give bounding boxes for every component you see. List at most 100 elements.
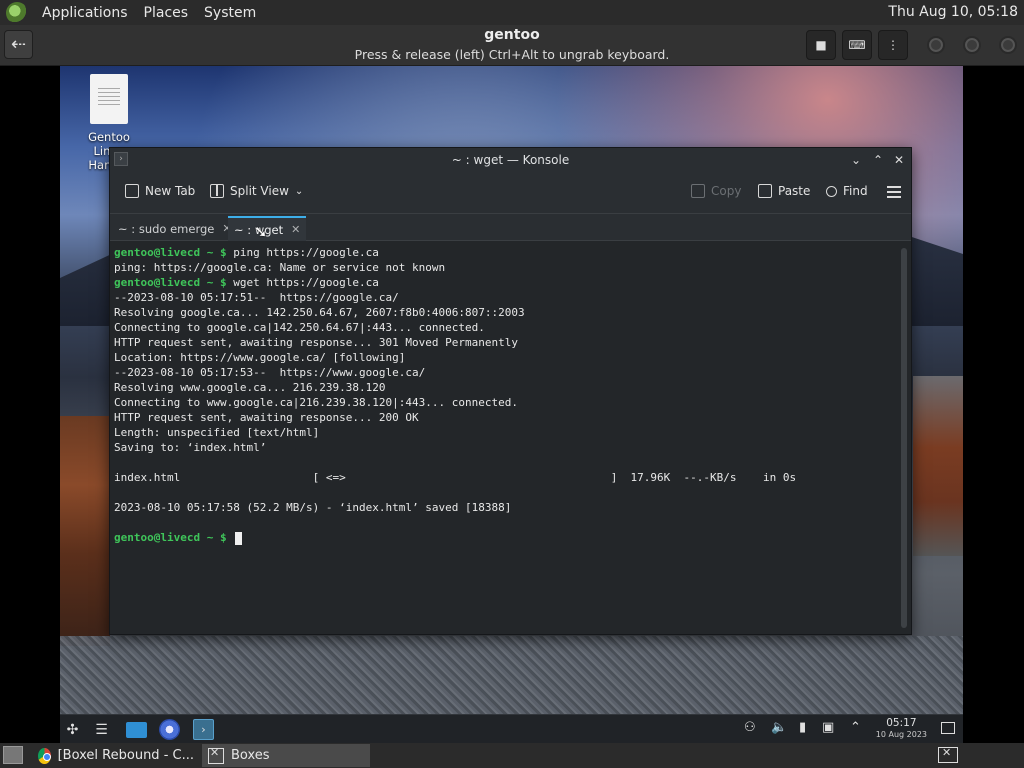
- terminal-scrollbar[interactable]: [901, 248, 907, 628]
- new-tab-icon: [125, 184, 139, 198]
- terminal-line: Saving to: ‘index.html’: [114, 440, 896, 455]
- tab-wget[interactable]: ~ : wget ✕: [228, 216, 307, 241]
- volume-icon[interactable]: 🔈: [771, 720, 787, 735]
- terminal-line: 2023-08-10 05:17:58 (52.2 MB/s) - ‘index…: [114, 500, 896, 515]
- terminal-text: --2023-08-10 05:17:53-- https://www.goog…: [114, 366, 426, 379]
- terminal-line: gentoo@livecd ~ $ ping https://google.ca: [114, 245, 896, 260]
- menu-system[interactable]: System: [196, 5, 264, 21]
- konsole-maximize-button[interactable]: ⌃: [869, 151, 887, 169]
- host-bottom-panel: [Boxel Rebound - C... Boxes: [0, 743, 1024, 768]
- host-clock[interactable]: Thu Aug 10, 05:18: [888, 4, 1018, 20]
- stop-button[interactable]: ■: [806, 30, 836, 60]
- window-maximize-button[interactable]: [963, 36, 981, 54]
- konsole-tab-bar: ~ : sudo emerge ✕ ~ : wget ✕: [110, 213, 911, 241]
- boxes-icon: [208, 746, 224, 764]
- terminal-text: wget https://google.ca: [226, 276, 379, 289]
- terminal-text: Location: https://www.google.ca/ [follow…: [114, 351, 406, 364]
- chevron-down-icon: ⌄: [850, 153, 862, 167]
- find-button[interactable]: Find: [826, 184, 868, 198]
- kebab-menu-icon: ⋮: [887, 38, 899, 52]
- terminal-line: Connecting to google.ca|142.250.64.67|:4…: [114, 320, 896, 335]
- terminal-line: --2023-08-10 05:17:53-- https://www.goog…: [114, 365, 896, 380]
- battery-icon[interactable]: ▮: [799, 720, 806, 735]
- shell-prompt: gentoo@livecd ~ $: [114, 276, 227, 289]
- window-minimize-button[interactable]: [927, 36, 945, 54]
- konsole-titlebar[interactable]: › ~ : wget — Konsole ⌄ ⌃ ✕: [110, 148, 911, 173]
- window-close-button[interactable]: [999, 36, 1017, 54]
- terminal-text: Connecting to google.ca|142.250.64.67|:4…: [114, 321, 485, 334]
- user-icon[interactable]: ⚇: [744, 720, 756, 735]
- shell-prompt: gentoo@livecd ~ $: [114, 246, 227, 259]
- terminal-line: ping: https://google.ca: Name or service…: [114, 260, 896, 275]
- chevron-down-icon: ⌄: [294, 185, 304, 197]
- guest-clock[interactable]: 05:17 10 Aug 2023: [876, 718, 927, 740]
- hamburger-menu-icon[interactable]: [887, 186, 901, 198]
- taskbar-item-boxes[interactable]: Boxes: [202, 744, 370, 767]
- tray-expand-icon[interactable]: ⌃: [850, 720, 861, 735]
- browser-icon[interactable]: [159, 719, 180, 740]
- split-view-label: Split View: [230, 184, 289, 198]
- terminal-text: HTTP request sent, awaiting response... …: [114, 411, 419, 424]
- workspace-switcher-icon[interactable]: [938, 746, 958, 763]
- chrome-icon: [38, 747, 51, 764]
- konsole-toolbar: New Tab Split View ⌄ Copy Paste Find: [110, 173, 911, 213]
- terminal-text: --2023-08-10 05:17:51-- https://google.c…: [114, 291, 399, 304]
- mouse-pointer-icon: ➘: [254, 222, 268, 241]
- konsole-close-button[interactable]: ✕: [890, 151, 908, 169]
- terminal-line: gentoo@livecd ~ $: [114, 530, 896, 545]
- terminal-text: Connecting to www.google.ca|216.239.38.1…: [114, 396, 518, 409]
- konsole-task-icon[interactable]: ›: [193, 719, 214, 740]
- new-tab-button[interactable]: New Tab: [125, 184, 195, 198]
- task-manager-icon[interactable]: ☰: [91, 719, 112, 740]
- guest-screen[interactable]: Gentoo Linux Hand... › ~ : wget — Konsol…: [60, 66, 963, 743]
- terminal-line: gentoo@livecd ~ $ wget https://google.ca: [114, 275, 896, 290]
- more-options-button[interactable]: ⋮: [878, 30, 908, 60]
- taskbar-item-label: [Boxel Rebound - C...: [57, 748, 194, 763]
- tab-sudo-emerge[interactable]: ~ : sudo emerge ✕: [112, 216, 238, 241]
- terminal-line: Resolving google.ca... 142.250.64.67, 26…: [114, 305, 896, 320]
- find-label: Find: [843, 184, 868, 198]
- terminal-text: Length: unspecified [text/html]: [114, 426, 320, 439]
- terminal-line: --2023-08-10 05:17:51-- https://google.c…: [114, 290, 896, 305]
- stop-icon: ■: [815, 38, 827, 52]
- terminal-line: index.html [ <=> ] 17.96K --.-KB/s in 0s: [114, 470, 896, 485]
- terminal-line: Connecting to www.google.ca|216.239.38.1…: [114, 395, 896, 410]
- keyboard-icon: ⌨: [848, 38, 866, 52]
- terminal-output[interactable]: gentoo@livecd ~ $ ping https://google.ca…: [110, 241, 900, 634]
- paste-button[interactable]: Paste: [758, 184, 810, 198]
- file-manager-icon[interactable]: [126, 722, 147, 738]
- guest-taskbar: ✣ ☰ › ⚇ 🔈 ▮ ▣ ⌃ 05:17 10 Aug 2023: [60, 714, 963, 743]
- guest-clock-time: 05:17: [886, 717, 917, 729]
- split-view-button[interactable]: Split View ⌄: [210, 184, 303, 198]
- close-icon: ✕: [893, 153, 905, 167]
- keyboard-button[interactable]: ⌨: [842, 30, 872, 60]
- terminal-line: HTTP request sent, awaiting response... …: [114, 335, 896, 350]
- distro-logo-icon[interactable]: [6, 1, 28, 24]
- konsole-window-title: ~ : wget — Konsole: [451, 153, 570, 167]
- menu-applications[interactable]: Applications: [34, 5, 136, 21]
- taskbar-item-browser[interactable]: [Boxel Rebound - C...: [32, 744, 200, 767]
- split-view-icon: [210, 184, 224, 198]
- taskbar-item-label: Boxes: [231, 748, 270, 763]
- vm-header-bar: ⇠ gentoo Press & release (left) Ctrl+Alt…: [0, 25, 1024, 66]
- wallpaper-ground: [60, 636, 963, 716]
- wallpaper-boats-right: [913, 376, 963, 556]
- close-tab-icon[interactable]: ✕: [291, 223, 300, 236]
- app-launcher-icon[interactable]: ✣: [62, 719, 83, 740]
- show-desktop-icon[interactable]: [941, 722, 955, 734]
- chevron-up-icon: ⌃: [872, 153, 884, 167]
- network-icon[interactable]: ▣: [822, 720, 834, 735]
- show-desktop-button[interactable]: [3, 746, 23, 764]
- konsole-minimize-button[interactable]: ⌄: [847, 151, 865, 169]
- konsole-window[interactable]: › ~ : wget — Konsole ⌄ ⌃ ✕ New Tab Split…: [109, 147, 912, 635]
- terminal-line: Length: unspecified [text/html]: [114, 425, 896, 440]
- terminal-line: HTTP request sent, awaiting response... …: [114, 410, 896, 425]
- menu-places[interactable]: Places: [136, 5, 197, 21]
- guest-clock-date: 10 Aug 2023: [875, 730, 927, 739]
- copy-button[interactable]: Copy: [691, 184, 741, 198]
- new-tab-label: New Tab: [145, 184, 196, 198]
